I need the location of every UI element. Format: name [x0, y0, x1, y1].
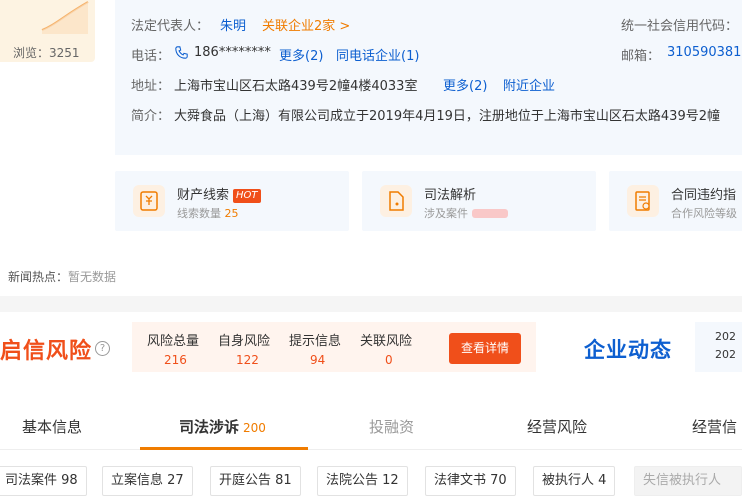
main-tab-bar: 基本信息 司法涉诉 200 投融资 经营风险 经营信	[0, 402, 742, 450]
filter-chip[interactable]: 法律文书 70	[425, 466, 516, 496]
filter-chip[interactable]: 法院公告 12	[317, 466, 408, 496]
feature-title: 合同违约指	[671, 188, 737, 203]
filter-chip[interactable]: 被执行人 4	[533, 466, 616, 496]
risk-stat-label: 关联风险	[360, 334, 413, 349]
risk-stat-value[interactable]: 94	[310, 353, 325, 367]
help-question-icon[interactable]: ?	[95, 341, 110, 356]
feature-card-judicial-analysis[interactable]: 司法解析 涉及案件	[362, 171, 596, 231]
tab-count: 200	[243, 421, 266, 435]
tab-judicial[interactable]: 司法涉诉 200	[179, 416, 266, 437]
phone-label: 电话：	[131, 49, 171, 64]
related-companies-link[interactable]: 关联企业2家 >	[262, 15, 350, 34]
nearby-companies-link[interactable]: 附近企业	[503, 75, 555, 94]
news-value: 暂无数据	[68, 270, 117, 284]
postcode-label: 邮箱：	[621, 49, 661, 64]
money-document-icon	[133, 185, 165, 217]
postcode-value[interactable]: 310590381	[667, 45, 741, 60]
clue-count: 25	[224, 207, 239, 220]
address-label: 地址：	[131, 79, 171, 94]
section-divider	[0, 296, 742, 312]
hot-badge: HOT	[233, 189, 261, 203]
risk-stat-label: 提示信息	[289, 334, 342, 349]
dynamics-year: 202	[715, 330, 736, 343]
feature-sub-label: 合作风险等级	[671, 207, 737, 220]
feature-title: 财产线索	[177, 188, 230, 203]
filter-chip[interactable]: 司法案件 98	[0, 466, 87, 496]
tab-label: 司法涉诉	[179, 418, 240, 436]
news-hotspot: 新闻热点：暂无数据	[8, 268, 116, 285]
active-tab-underline	[140, 447, 308, 450]
phone-value: 186********	[194, 45, 271, 60]
dynamics-panel: 202 202	[695, 322, 742, 372]
risk-stat-value[interactable]: 216	[164, 353, 187, 367]
feature-title: 司法解析	[424, 188, 477, 203]
view-details-button[interactable]: 查看详情	[449, 333, 521, 364]
view-count: 浏览：3251	[13, 46, 80, 60]
credit-code-label: 统一社会信用代码：	[621, 19, 739, 34]
news-label: 新闻热点：	[8, 270, 69, 284]
phone-icon	[175, 46, 188, 59]
legal-rep-link[interactable]: 朱明	[220, 15, 246, 34]
court-document-icon	[380, 185, 412, 217]
company-logo-card: 浏览：3251	[0, 0, 95, 62]
risk-section-title: 启信风险	[0, 339, 93, 364]
feature-card-property-clues[interactable]: 财产线索 HOT 线索数量 25	[115, 171, 349, 231]
phone-more-link[interactable]: 更多(2)	[279, 45, 323, 64]
tab-business-risk[interactable]: 经营风险	[527, 416, 587, 437]
risk-stat-value[interactable]: 122	[236, 353, 259, 367]
dynamics-year: 202	[715, 348, 736, 361]
address-value: 上海市宝山区石太路439号2幢4楼4033室	[174, 79, 418, 94]
same-phone-companies-link[interactable]: 同电话企业(1)	[336, 45, 419, 64]
address-more-link[interactable]: 更多(2)	[443, 75, 487, 94]
contract-icon	[627, 185, 659, 217]
blurred-case-count	[471, 209, 508, 218]
feature-sub-label: 线索数量	[177, 207, 221, 220]
filter-chip[interactable]: 立案信息 27	[102, 466, 193, 496]
trend-decoration-icon	[41, 1, 89, 34]
feature-card-contract-default[interactable]: 合同违约指 合作风险等级	[609, 171, 742, 231]
filter-chip[interactable]: 开庭公告 81	[210, 466, 301, 496]
intro-label: 简介：	[131, 109, 171, 124]
filter-chip[interactable]: 失信被执行人	[634, 466, 742, 496]
risk-stat-value[interactable]: 0	[385, 353, 393, 367]
feature-sub-label: 涉及案件	[424, 207, 468, 220]
tab-basic-info[interactable]: 基本信息	[22, 416, 82, 437]
company-dynamics-title: 企业动态	[584, 338, 672, 362]
tab-business-info[interactable]: 经营信	[692, 416, 737, 437]
intro-text: 大舜食品（上海）有限公司成立于2019年4月19日，注册地位于上海市宝山区石太路…	[174, 109, 720, 124]
legal-rep-label: 法定代表人：	[131, 19, 210, 34]
tab-investment[interactable]: 投融资	[369, 416, 414, 437]
risk-stat-label: 风险总量	[147, 334, 200, 349]
risk-stat-label: 自身风险	[218, 334, 271, 349]
